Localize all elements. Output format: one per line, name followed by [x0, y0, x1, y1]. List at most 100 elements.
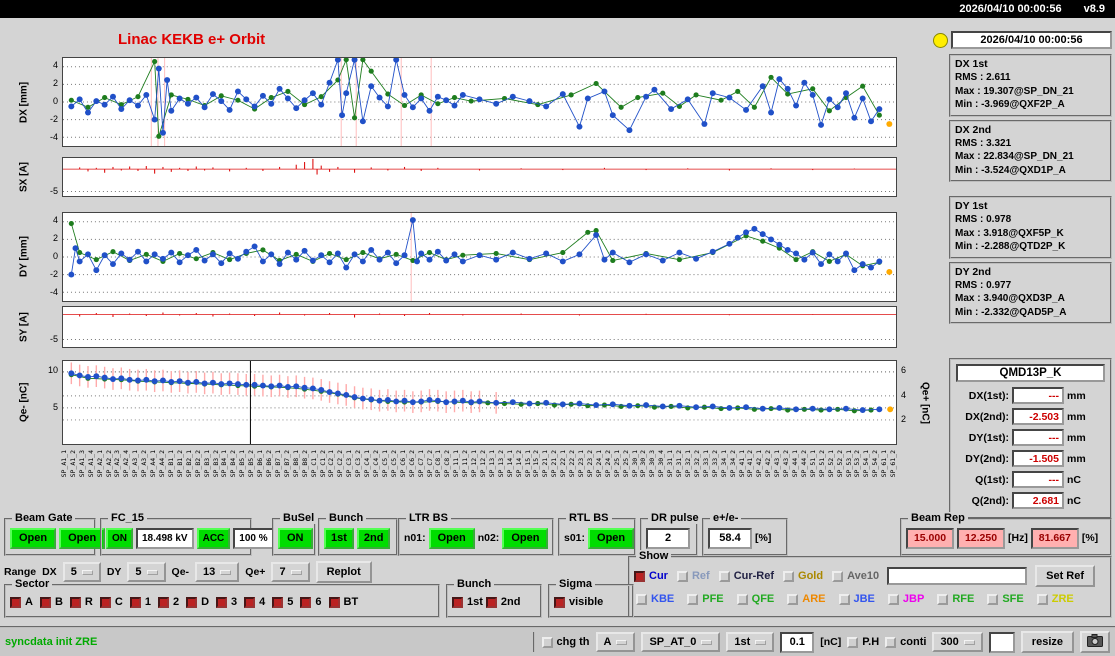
sector-toggle-6[interactable]: 6	[300, 596, 322, 608]
ref-name-input[interactable]	[887, 567, 1028, 585]
sector-toggle-r[interactable]: R	[69, 596, 93, 608]
checkbox[interactable]	[885, 636, 897, 648]
sector-toggle-d[interactable]: D	[186, 596, 209, 608]
sector-toggle-2[interactable]: 2	[157, 596, 179, 608]
checkbox[interactable]	[300, 596, 312, 608]
bpm-label: SP_30_4	[657, 450, 666, 478]
checkbox[interactable]	[216, 596, 228, 608]
range-qe-select[interactable]: 13	[195, 562, 240, 582]
checkbox[interactable]	[636, 593, 647, 605]
checkbox[interactable]	[186, 596, 198, 608]
checkbox[interactable]	[847, 636, 859, 648]
sigma-toggle-visible[interactable]: visible	[554, 596, 603, 608]
checkbox[interactable]	[832, 570, 844, 582]
checkbox[interactable]	[634, 570, 645, 582]
show-toggle-zre[interactable]: ZRE	[1036, 593, 1074, 605]
bunch-toggle-2nd[interactable]: 2nd	[485, 596, 520, 608]
checkbox[interactable]	[987, 593, 999, 605]
checkbox[interactable]	[244, 596, 256, 608]
fc15-acc-button[interactable]: ACC	[196, 527, 231, 549]
range-dy-select[interactable]: 5	[127, 562, 166, 582]
conti-toggle[interactable]: conti	[885, 636, 926, 648]
show-toggle-ave10[interactable]: Ave10	[832, 570, 879, 582]
checkbox[interactable]	[485, 596, 497, 608]
replot-button[interactable]: Replot	[315, 561, 372, 583]
checkbox[interactable]	[129, 596, 141, 608]
show-toggle-gold[interactable]: Gold	[783, 570, 823, 582]
checkbox[interactable]	[736, 593, 748, 605]
checkbox[interactable]	[676, 570, 688, 582]
ltr-n01-open-button[interactable]: Open	[428, 527, 475, 549]
sector-toggle-b[interactable]: B	[39, 596, 63, 608]
show-toggle-sfe[interactable]: SFE	[987, 593, 1024, 605]
checkbox[interactable]	[787, 593, 799, 605]
bunch-order-select[interactable]: 1st	[726, 632, 775, 652]
checkbox[interactable]	[39, 596, 51, 608]
stats-line: Min : -2.332@QAD5P_A	[955, 306, 1067, 318]
bpm-selector[interactable]: QMD13P_K	[956, 364, 1105, 382]
checkbox[interactable]	[687, 593, 699, 605]
checkbox[interactable]	[157, 596, 169, 608]
camera-button[interactable]	[1080, 631, 1110, 653]
sector-select[interactable]: A	[595, 632, 636, 652]
checkbox[interactable]	[1036, 593, 1048, 605]
threshold-input[interactable]: 0.1	[780, 631, 815, 653]
checkbox[interactable]	[838, 593, 850, 605]
sector-toggle-a[interactable]: A	[10, 596, 33, 608]
show-toggle-are[interactable]: ARE	[787, 593, 826, 605]
bpm-label: SP_B3_2	[211, 450, 220, 478]
checkbox[interactable]	[452, 596, 463, 608]
busel-group: BuSel ON	[272, 512, 318, 556]
beam-gate-open-left-button[interactable]: Open	[10, 527, 57, 549]
set-ref-button[interactable]: Set Ref	[1035, 565, 1096, 587]
sector-toggle-c[interactable]: C	[99, 596, 123, 608]
show-toggle-jbe[interactable]: JBE	[838, 593, 875, 605]
checkbox[interactable]	[272, 596, 284, 608]
show-toggle-qfe[interactable]: QFE	[736, 593, 774, 605]
bunch-1st-button[interactable]: 1st	[324, 527, 354, 549]
bpm-label: SP_43_1	[773, 450, 782, 478]
monitor-row-label: DY(1st):	[968, 431, 1009, 444]
checkbox[interactable]	[328, 596, 340, 608]
checkbox[interactable]	[887, 593, 899, 605]
sector-toggle-4[interactable]: 4	[244, 596, 265, 608]
checkbox[interactable]	[69, 596, 81, 608]
checkbox[interactable]	[937, 593, 949, 605]
interval-select[interactable]: 300	[932, 632, 983, 652]
checkbox[interactable]	[554, 596, 565, 608]
bunch-2nd-button[interactable]: 2nd	[356, 527, 391, 549]
show-toggle-cur-ref[interactable]: Cur-Ref	[718, 570, 774, 582]
checkbox[interactable]	[99, 596, 111, 608]
fc15-on-button[interactable]: ON	[106, 527, 133, 549]
rtl-s01-open-button[interactable]: Open	[588, 527, 635, 549]
resize-button[interactable]: resize	[1020, 631, 1074, 653]
chg-th-toggle[interactable]: chg th	[541, 636, 590, 648]
range-dx-select[interactable]: 5	[62, 562, 101, 582]
sector-toggle-bt[interactable]: BT	[328, 596, 358, 608]
sector-toggle-1[interactable]: 1	[129, 596, 151, 608]
stats-box-dx-1st: DX 1st RMS : 2.611 Max : 19.307@SP_DN_21 Mi…	[949, 54, 1112, 117]
show-toggle-jbp[interactable]: JBP	[887, 593, 924, 605]
eplus-eminus-unit: [%]	[755, 532, 772, 544]
show-toggle-ref[interactable]: Ref	[676, 570, 710, 582]
bpm-label: SP_23_2	[585, 450, 594, 478]
bpm-name-select[interactable]: SP_AT_0	[641, 632, 721, 652]
range-qe-select[interactable]: 7	[271, 562, 310, 582]
checkbox[interactable]	[10, 596, 21, 608]
show-toggle-kbe[interactable]: KBE	[636, 593, 674, 605]
show-toggle-rfe[interactable]: RFE	[937, 593, 974, 605]
show-toggle-cur[interactable]: Cur	[634, 570, 668, 582]
aux-input[interactable]	[988, 631, 1015, 653]
checkbox[interactable]	[541, 636, 553, 648]
checkbox[interactable]	[718, 570, 730, 582]
show-toggle-pfe[interactable]: PFE	[687, 593, 724, 605]
checkbox[interactable]	[783, 570, 795, 582]
ph-toggle[interactable]: P.H	[847, 636, 879, 648]
beam-gate-open-right-button[interactable]: Open	[59, 527, 106, 549]
bpm-label: SP_13_2	[496, 450, 505, 478]
busel-on-button[interactable]: ON	[278, 527, 313, 549]
ltr-n02-open-button[interactable]: Open	[502, 527, 549, 549]
sector-toggle-3[interactable]: 3	[216, 596, 237, 608]
sector-toggle-5[interactable]: 5	[272, 596, 293, 608]
bunch-toggle-1st[interactable]: 1st	[452, 596, 483, 608]
